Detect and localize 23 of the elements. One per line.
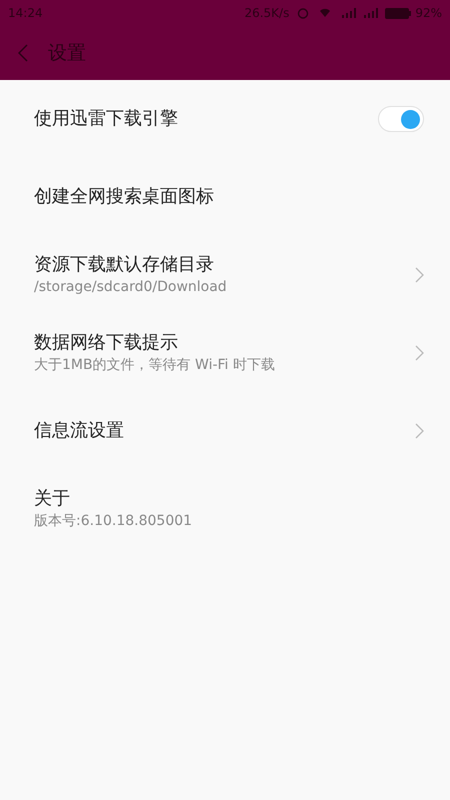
signal-icon [341, 8, 358, 18]
back-icon [18, 44, 28, 62]
wifi-icon [319, 8, 332, 18]
chevron-right-icon [415, 423, 424, 439]
setting-title: 使用迅雷下载引擎 [34, 107, 179, 131]
network-speed: 26.5K/s [244, 5, 290, 22]
page-title: 设置 [48, 40, 86, 66]
setting-title: 创建全网搜索桌面图标 [34, 185, 215, 209]
battery-percent: 92% [415, 5, 442, 22]
chevron-right-icon [415, 267, 424, 283]
battery-icon [385, 8, 412, 18]
setting-subtitle: 版本号:6.10.18.805001 [34, 512, 194, 531]
setting-subtitle: /storage/sdcard0/Download [34, 278, 228, 297]
chevron-right-icon [415, 345, 424, 361]
alarm-icon [297, 7, 310, 19]
setting-title: 关于 [34, 487, 71, 511]
signal-icon [363, 8, 380, 18]
setting-subtitle: 大于1MB的文件，等待有 Wi-Fi 时下载 [34, 356, 276, 375]
status-time: 14:24 [8, 5, 43, 22]
setting-title: 信息流设置 [34, 419, 125, 443]
setting-title: 数据网络下载提示 [34, 331, 179, 355]
toggle-switch[interactable] [378, 106, 424, 132]
setting-title: 资源下载默认存储目录 [34, 253, 215, 277]
